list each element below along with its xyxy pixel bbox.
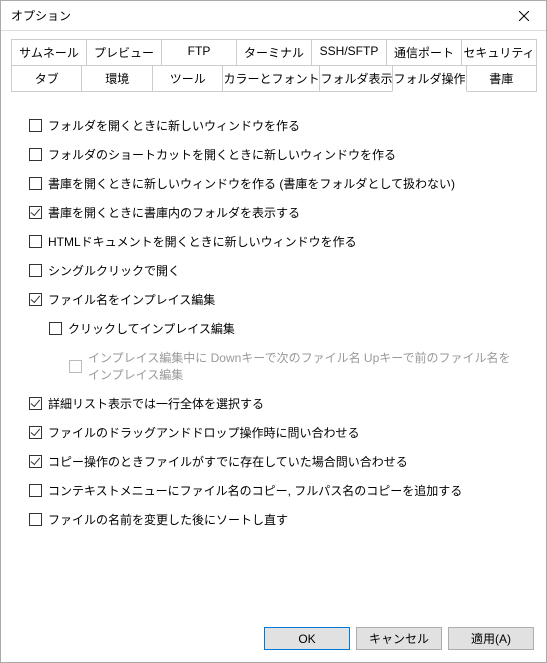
checkbox-label: HTMLドキュメントを開くときに新しいウィンドウを作る bbox=[48, 233, 357, 250]
option-row[interactable]: クリックしてインプレイス編集 bbox=[49, 320, 518, 337]
checkbox[interactable] bbox=[29, 206, 42, 219]
close-icon bbox=[519, 11, 529, 21]
checkbox[interactable] bbox=[29, 426, 42, 439]
option-row[interactable]: ファイルのドラッグアンドドロップ操作時に問い合わせる bbox=[29, 424, 518, 441]
tab-サムネール[interactable]: サムネール bbox=[11, 39, 87, 65]
checkbox[interactable] bbox=[29, 148, 42, 161]
option-row[interactable]: 詳細リスト表示では一行全体を選択する bbox=[29, 395, 518, 412]
tab-プレビュー[interactable]: プレビュー bbox=[86, 39, 162, 65]
tab-書庫[interactable]: 書庫 bbox=[466, 65, 537, 92]
checkbox[interactable] bbox=[29, 264, 42, 277]
close-button[interactable] bbox=[501, 1, 546, 30]
tab-カラーとフォント[interactable]: カラーとフォント bbox=[222, 65, 320, 92]
checkbox-label: フォルダのショートカットを開くときに新しいウィンドウを作る bbox=[48, 146, 396, 163]
option-row[interactable]: ファイル名をインプレイス編集 bbox=[29, 291, 518, 308]
checkbox[interactable] bbox=[29, 235, 42, 248]
checkbox[interactable] bbox=[29, 455, 42, 468]
tab-通信ポート[interactable]: 通信ポート bbox=[386, 39, 462, 65]
apply-button[interactable]: 適用(A) bbox=[448, 627, 534, 650]
checkbox[interactable] bbox=[29, 484, 42, 497]
checkbox-label: シングルクリックで開く bbox=[48, 262, 180, 279]
checkbox-label: インプレイス編集中に Downキーで次のファイル名 Upキーで前のファイル名をイ… bbox=[88, 349, 518, 383]
tab-環境[interactable]: 環境 bbox=[81, 65, 152, 92]
tab-フォルダ操作[interactable]: フォルダ操作 bbox=[392, 65, 466, 92]
option-row[interactable]: コピー操作のときファイルがすでに存在していた場合問い合わせる bbox=[29, 453, 518, 470]
checkbox[interactable] bbox=[29, 119, 42, 132]
checkbox[interactable] bbox=[49, 322, 62, 335]
options-panel: フォルダを開くときに新しいウィンドウを作るフォルダのショートカットを開くときに新… bbox=[1, 93, 546, 617]
checkbox-label: 書庫を開くときに書庫内のフォルダを表示する bbox=[48, 204, 300, 221]
ok-button[interactable]: OK bbox=[264, 627, 350, 650]
option-row[interactable]: フォルダを開くときに新しいウィンドウを作る bbox=[29, 117, 518, 134]
checkbox-label: 詳細リスト表示では一行全体を選択する bbox=[48, 395, 264, 412]
option-row: インプレイス編集中に Downキーで次のファイル名 Upキーで前のファイル名をイ… bbox=[69, 349, 518, 383]
checkbox[interactable] bbox=[29, 397, 42, 410]
option-row[interactable]: ファイルの名前を変更した後にソートし直す bbox=[29, 511, 518, 528]
tab-ツール[interactable]: ツール bbox=[152, 65, 223, 92]
checkbox-label: 書庫を開くときに新しいウィンドウを作る (書庫をフォルダとして扱わない) bbox=[48, 175, 455, 192]
option-row[interactable]: 書庫を開くときに書庫内のフォルダを表示する bbox=[29, 204, 518, 221]
checkbox-label: フォルダを開くときに新しいウィンドウを作る bbox=[48, 117, 300, 134]
tab-row-1: サムネールプレビューFTPターミナルSSH/SFTP通信ポートセキュリティ bbox=[11, 39, 536, 65]
option-row[interactable]: HTMLドキュメントを開くときに新しいウィンドウを作る bbox=[29, 233, 518, 250]
tab-セキュリティ[interactable]: セキュリティ bbox=[461, 39, 537, 65]
tab-フォルダ表示[interactable]: フォルダ表示 bbox=[319, 65, 393, 92]
tab-container: サムネールプレビューFTPターミナルSSH/SFTP通信ポートセキュリティ タブ… bbox=[1, 31, 546, 93]
checkbox-label: コンテキストメニューにファイル名のコピー, フルパス名のコピーを追加する bbox=[48, 482, 462, 499]
checkbox[interactable] bbox=[29, 293, 42, 306]
option-row[interactable]: コンテキストメニューにファイル名のコピー, フルパス名のコピーを追加する bbox=[29, 482, 518, 499]
checkbox-label: ファイルの名前を変更した後にソートし直す bbox=[48, 511, 288, 528]
tab-row-2: タブ環境ツールカラーとフォントフォルダ表示フォルダ操作書庫 bbox=[11, 65, 536, 92]
checkbox-label: クリックしてインプレイス編集 bbox=[68, 320, 235, 337]
checkbox-label: ファイル名をインプレイス編集 bbox=[48, 291, 215, 308]
option-row[interactable]: シングルクリックで開く bbox=[29, 262, 518, 279]
cancel-button[interactable]: キャンセル bbox=[356, 627, 442, 650]
button-bar: OK キャンセル 適用(A) bbox=[1, 617, 546, 662]
checkbox-label: コピー操作のときファイルがすでに存在していた場合問い合わせる bbox=[48, 453, 408, 470]
window-title: オプション bbox=[11, 7, 71, 24]
option-row[interactable]: 書庫を開くときに新しいウィンドウを作る (書庫をフォルダとして扱わない) bbox=[29, 175, 518, 192]
checkbox-label: ファイルのドラッグアンドドロップ操作時に問い合わせる bbox=[48, 424, 360, 441]
tab-SSH/SFTP[interactable]: SSH/SFTP bbox=[311, 39, 387, 65]
checkbox[interactable] bbox=[29, 177, 42, 190]
option-row[interactable]: フォルダのショートカットを開くときに新しいウィンドウを作る bbox=[29, 146, 518, 163]
checkbox[interactable] bbox=[29, 513, 42, 526]
tab-ターミナル[interactable]: ターミナル bbox=[236, 39, 312, 65]
tab-タブ[interactable]: タブ bbox=[11, 65, 82, 92]
tab-FTP[interactable]: FTP bbox=[161, 39, 237, 65]
titlebar: オプション bbox=[1, 1, 546, 31]
checkbox bbox=[69, 360, 82, 373]
